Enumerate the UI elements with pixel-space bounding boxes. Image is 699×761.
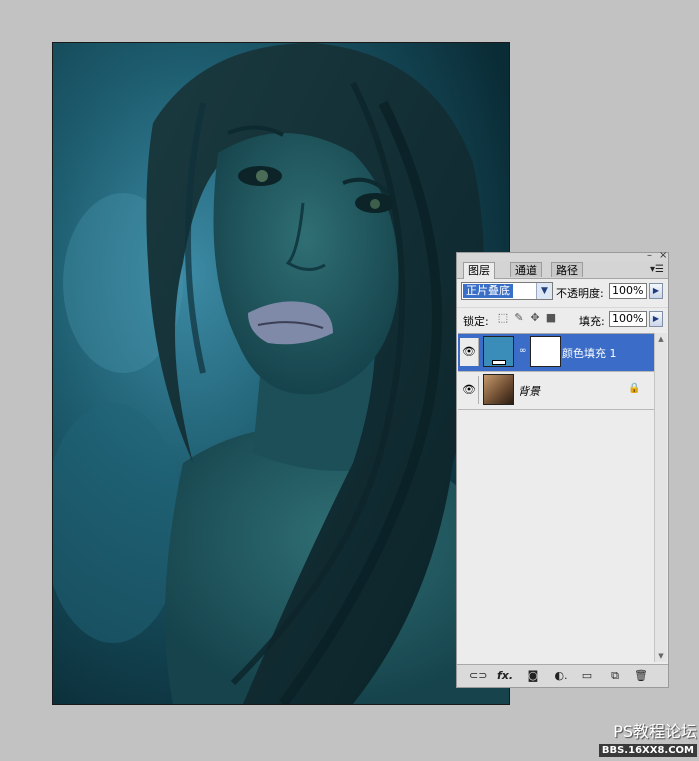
scroll-down-icon[interactable]: ▼ [655, 650, 667, 662]
layers-list: 👁 ∞ 颜色填充 1 👁 背景 🔒 [458, 333, 655, 663]
background-thumbnail[interactable] [483, 374, 514, 405]
panel-bottom-bar: ⊂⊃ fx. ◙ ◐. ▭ ⧉ 🗑 [457, 664, 668, 687]
link-icon[interactable]: ⊂⊃ [469, 669, 487, 683]
panel-tab-bar: 图层 通道 路径 ▾☰ [457, 261, 668, 279]
opacity-input[interactable]: 100% [609, 283, 647, 299]
watermark: PS教程论坛 BBS.16XX8.COM [585, 722, 697, 757]
opacity-label: 不透明度: [556, 287, 604, 300]
blend-mode-select[interactable]: 正片叠底 ▼ [461, 282, 553, 300]
mask-icon[interactable]: ◙ [525, 669, 541, 683]
fill-thumbnail[interactable] [483, 336, 514, 367]
panel-menu-icon[interactable]: ▾☰ [650, 264, 664, 275]
layer-row-background[interactable]: 👁 背景 🔒 [458, 372, 655, 410]
lock-row: 锁定: ⬚ ✎ ✥ ■ 填充: 100% ▶ [457, 307, 668, 332]
lock-all-icon[interactable]: ■ [545, 312, 557, 324]
blend-mode-value: 正片叠底 [463, 284, 513, 298]
lock-label: 锁定: [463, 315, 489, 328]
lock-transparency-icon[interactable]: ⬚ [497, 312, 509, 324]
layers-panel: – × 图层 通道 路径 ▾☰ 正片叠底 ▼ 不透明度: 100% ▶ 锁定: … [456, 251, 669, 688]
eye-icon[interactable]: 👁 [460, 376, 479, 404]
lock-icon: 🔒 [628, 383, 641, 394]
portrait-photo [53, 43, 509, 704]
tab-paths[interactable]: 路径 [551, 262, 583, 277]
chevron-down-icon[interactable]: ▼ [536, 283, 552, 299]
panel-title-bar[interactable]: – × [457, 251, 668, 261]
layer-row-color-fill[interactable]: 👁 ∞ 颜色填充 1 [458, 334, 655, 372]
document-canvas[interactable] [52, 42, 510, 705]
fill-input[interactable]: 100% [609, 311, 647, 327]
new-layer-icon[interactable]: ⧉ [607, 669, 623, 683]
fx-icon[interactable]: fx. [497, 669, 513, 683]
tab-layers[interactable]: 图层 [463, 262, 495, 279]
minimize-icon[interactable]: – [647, 251, 652, 261]
layer-name[interactable]: 背景 [518, 383, 540, 399]
layer-name[interactable]: 颜色填充 1 [562, 345, 617, 361]
chain-link-icon[interactable]: ∞ [519, 346, 527, 356]
fill-label: 填充: [579, 315, 605, 328]
trash-icon[interactable]: 🗑 [633, 669, 649, 683]
lock-position-icon[interactable]: ✥ [529, 312, 541, 324]
blend-row: 正片叠底 ▼ 不透明度: 100% ▶ [457, 280, 668, 304]
scroll-up-icon[interactable]: ▲ [655, 333, 667, 345]
opacity-slider-arrow-icon[interactable]: ▶ [649, 283, 663, 299]
folder-icon[interactable]: ▭ [579, 669, 595, 683]
fill-slider-arrow-icon[interactable]: ▶ [649, 311, 663, 327]
eye-icon[interactable]: 👁 [460, 338, 479, 366]
watermark-url: BBS.16XX8.COM [598, 744, 697, 757]
watermark-title: PS教程论坛 [613, 722, 697, 741]
close-icon[interactable]: × [659, 251, 667, 261]
lock-pixels-icon[interactable]: ✎ [513, 312, 525, 324]
adjustment-icon [492, 360, 506, 365]
tab-channels[interactable]: 通道 [510, 262, 542, 277]
scrollbar[interactable]: ▲ ▼ [654, 333, 667, 662]
mask-thumbnail[interactable] [530, 336, 561, 367]
adjustment-icon[interactable]: ◐. [553, 669, 569, 683]
